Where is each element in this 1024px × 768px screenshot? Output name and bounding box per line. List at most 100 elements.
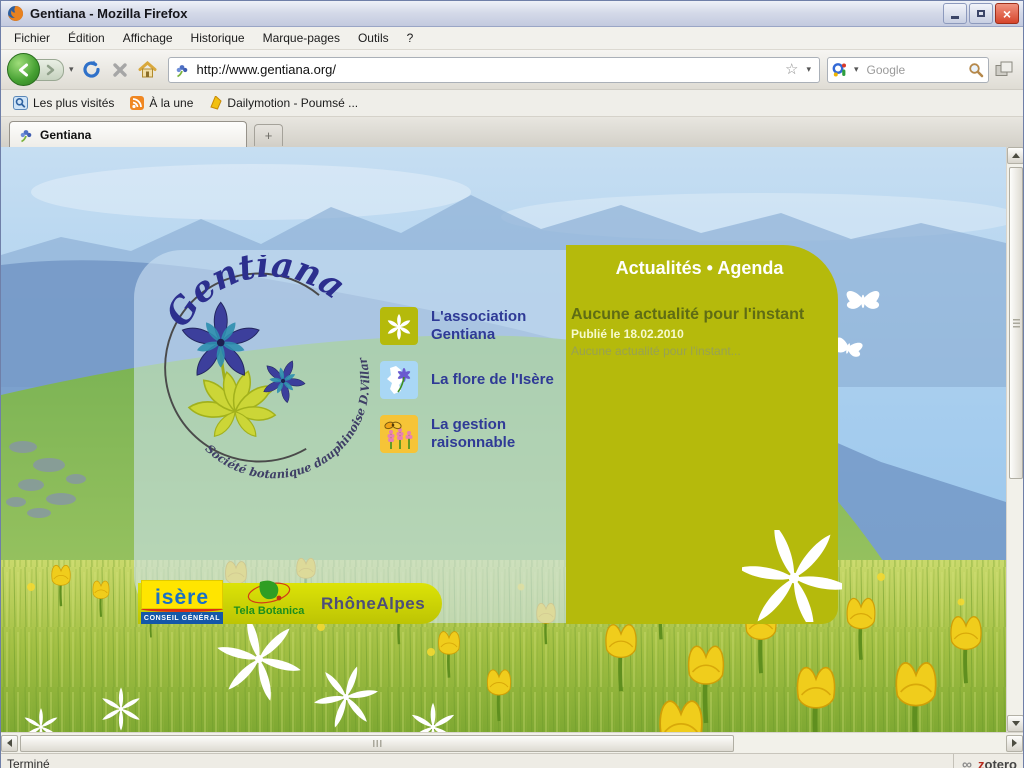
thumb-grip: [373, 740, 382, 747]
restore-button[interactable]: [969, 3, 993, 24]
news-headline: Aucune actualité pour l'instant: [571, 306, 828, 324]
isere-logo-subtext: CONSEIL GÉNÉRAL: [141, 612, 223, 624]
window-title: Gentiana - Mozilla Firefox: [30, 6, 943, 21]
status-bar: Terminé ∞ zotero: [1, 753, 1023, 768]
zotero-section[interactable]: ∞ zotero: [953, 754, 1017, 768]
bookmark-star-icon[interactable]: ☆: [785, 62, 798, 77]
forward-button[interactable]: [36, 59, 64, 81]
logo-leaves: [188, 369, 276, 439]
nav-flore[interactable]: La flore de l'Isère: [380, 361, 591, 399]
tab-favicon: [18, 127, 34, 143]
gestion-icon: [380, 415, 418, 453]
menu-edition[interactable]: Édition: [59, 29, 114, 47]
nav-gestion-label: La gestion raisonnable: [431, 416, 543, 452]
search-box: ▾: [827, 57, 989, 83]
list-all-tabs-button[interactable]: [991, 56, 1017, 84]
isere-logo-text: isère: [141, 580, 223, 609]
news-published-date: Publié le 18.02.2010: [571, 327, 828, 341]
scroll-right-button[interactable]: [1006, 735, 1023, 752]
search-engine-caret[interactable]: ▾: [851, 64, 862, 75]
gentiana-logo: Gentiana Société botanique dauphinoise D…: [144, 255, 379, 480]
search-magnifier-icon[interactable]: [968, 62, 984, 78]
zotero-button[interactable]: zotero: [978, 757, 1017, 768]
bookmark-label: À la une: [149, 96, 193, 110]
thumb-grip: [1013, 319, 1020, 328]
status-text: Terminé: [7, 757, 953, 768]
restore-icon: [977, 10, 985, 17]
close-button[interactable]: ×: [995, 3, 1019, 24]
tela-botanica-label: Tela Botanica: [234, 605, 305, 617]
partner-bar: isère CONSEIL GÉNÉRAL Tela Botanica Rhôn…: [138, 583, 442, 624]
menu-marque-pages[interactable]: Marque-pages: [254, 29, 349, 47]
up-arrow-icon: [1012, 153, 1020, 158]
vertical-scrollbar[interactable]: [1006, 147, 1023, 732]
horizontal-scrollbar[interactable]: [1, 732, 1023, 753]
flore-icon: [380, 361, 418, 399]
history-dropdown-caret[interactable]: ▾: [66, 64, 77, 75]
tela-leaf-icon: [245, 579, 293, 607]
scroll-left-button[interactable]: [1, 735, 18, 752]
right-arrow-icon: [1012, 739, 1017, 747]
back-arrow-icon: [17, 63, 31, 77]
nav-gestion[interactable]: La gestion raisonnable: [380, 415, 543, 453]
url-bar: ☆ ▾: [168, 57, 820, 83]
new-tab-button[interactable]: +: [254, 124, 283, 146]
navigation-toolbar: ▾ ☆: [1, 50, 1023, 90]
menu-fichier[interactable]: Fichier: [5, 29, 59, 47]
menu-affichage[interactable]: Affichage: [114, 29, 182, 47]
menu-bar: Fichier Édition Affichage Historique Mar…: [1, 27, 1023, 50]
most-visited-icon: [13, 96, 28, 110]
stop-button[interactable]: [107, 56, 133, 84]
news-panel-title: Actualités • Agenda: [571, 258, 828, 279]
reload-icon: [82, 60, 101, 79]
infinity-icon[interactable]: ∞: [962, 756, 972, 768]
reload-button[interactable]: [79, 56, 105, 84]
firefox-icon: [7, 5, 24, 22]
back-button[interactable]: [7, 53, 40, 86]
browser-window: Gentiana - Mozilla Firefox × Fichier Édi…: [0, 0, 1024, 768]
minimize-button[interactable]: [943, 3, 967, 24]
rss-icon: [130, 96, 144, 110]
url-input[interactable]: [195, 61, 780, 78]
bookmark-label: Les plus visités: [33, 96, 114, 110]
news-panel: Actualités • Agenda Aucune actualité pou…: [566, 245, 838, 624]
bookmarks-toolbar: Les plus visités À la une Dailymotion - …: [1, 90, 1023, 117]
logo-title-text: Gentiana: [158, 255, 352, 334]
scroll-up-button[interactable]: [1007, 147, 1023, 164]
nav-association-label: L'association Gentiana: [431, 308, 543, 344]
site-favicon: [174, 62, 190, 78]
bookmark-dailymotion[interactable]: Dailymotion - Poumsé ...: [203, 94, 364, 112]
forward-arrow-icon: [44, 64, 56, 76]
stop-icon: [112, 62, 128, 78]
vertical-scroll-track[interactable]: [1007, 164, 1023, 715]
horizontal-scroll-track[interactable]: [18, 735, 1006, 752]
url-dropdown-caret[interactable]: ▾: [803, 64, 814, 75]
scroll-down-button[interactable]: [1007, 715, 1023, 732]
bookmark-label: Dailymotion - Poumsé ...: [227, 96, 358, 110]
bookmark-a-la-une[interactable]: À la une: [124, 94, 199, 112]
left-arrow-icon: [7, 739, 12, 747]
isere-logo[interactable]: isère CONSEIL GÉNÉRAL: [141, 580, 223, 624]
nav-association[interactable]: L'association Gentiana: [380, 307, 543, 345]
search-input[interactable]: [865, 62, 965, 78]
down-arrow-icon: [1012, 721, 1020, 726]
tela-botanica-logo[interactable]: Tela Botanica: [223, 579, 315, 617]
tab-gentiana[interactable]: Gentiana: [9, 121, 247, 147]
panel-flower-decoration: [742, 530, 842, 622]
home-icon: [138, 61, 157, 78]
dailymotion-favicon: [209, 96, 222, 110]
tab-label: Gentiana: [40, 128, 91, 142]
menu-outils[interactable]: Outils: [349, 29, 398, 47]
menu-help[interactable]: ?: [398, 29, 423, 47]
title-bar[interactable]: Gentiana - Mozilla Firefox ×: [1, 1, 1023, 27]
home-button[interactable]: [135, 56, 161, 84]
bookmark-most-visited[interactable]: Les plus visités: [7, 94, 120, 112]
news-body-text: Aucune actualité pour l'instant...: [571, 344, 828, 358]
minimize-icon: [951, 16, 959, 19]
vertical-scroll-thumb[interactable]: [1009, 167, 1023, 479]
tab-bar: Gentiana +: [1, 117, 1023, 147]
windows-stack-icon: [994, 60, 1015, 79]
horizontal-scroll-thumb[interactable]: [20, 735, 734, 752]
rhone-alpes-logo[interactable]: RhôneAlpes: [321, 594, 425, 614]
menu-historique[interactable]: Historique: [182, 29, 254, 47]
